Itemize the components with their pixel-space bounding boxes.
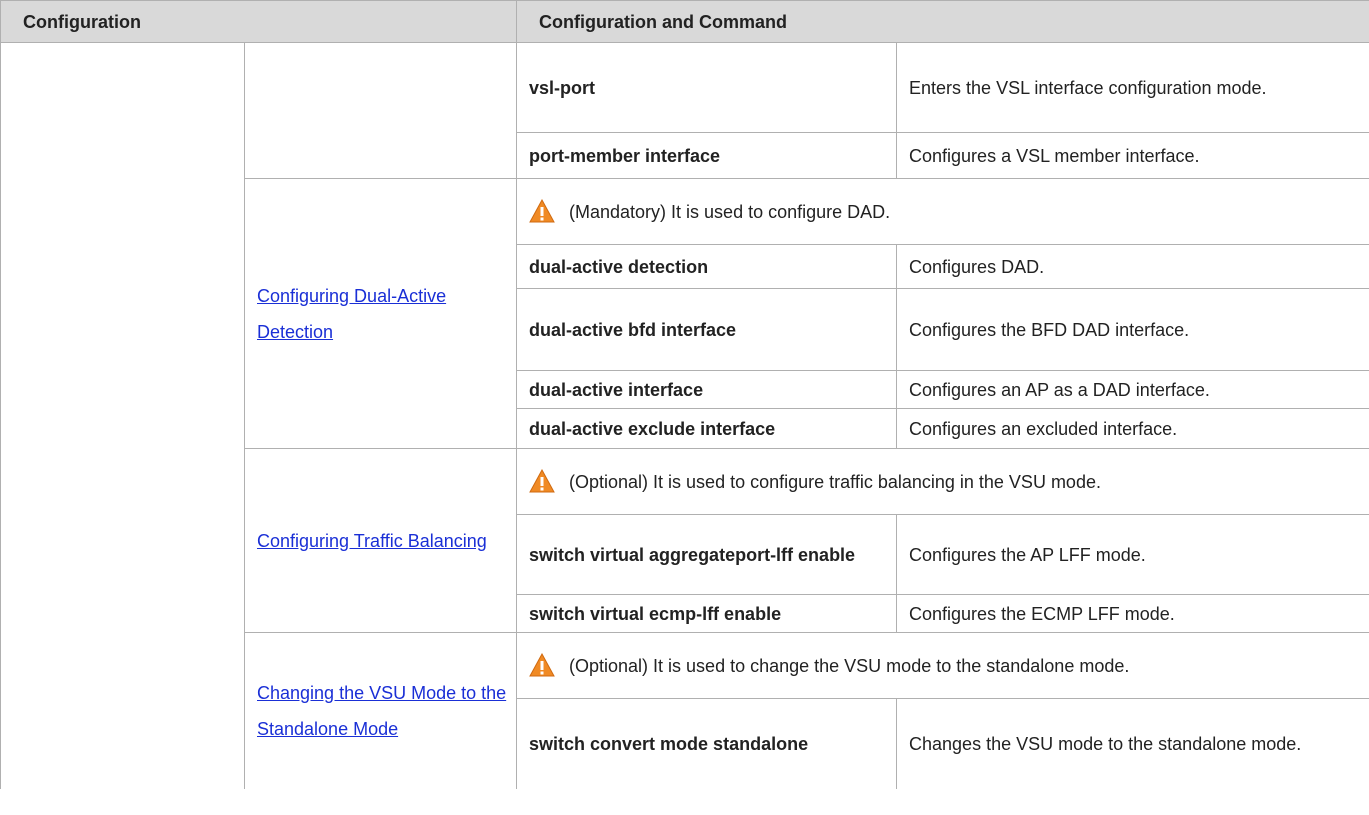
command-cell: switch virtual ecmp-lff enable (516, 594, 898, 633)
configuring-dual-active-detection-link[interactable]: Configuring Dual-Active Detection (257, 286, 446, 342)
command-cell: vsl-port (516, 42, 898, 133)
warning-triangle-icon (529, 198, 555, 223)
configuration-task-cell-traffic: Configuring Traffic Balancing (243, 448, 518, 633)
command-cell: port-member interface (516, 132, 898, 179)
changing-the-vsu-mode-link[interactable]: Changing the VSU Mode to the Standalone … (257, 683, 506, 739)
description-cell: Configures the BFD DAD interface. (896, 288, 1369, 371)
warning-triangle-icon (529, 468, 555, 493)
command-cell: switch convert mode standalone (516, 698, 898, 789)
note-text: (Optional) It is used to change the VSU … (569, 655, 1130, 676)
header-configuration: Configuration (0, 0, 518, 43)
note-text: (Mandatory) It is used to configure DAD. (569, 201, 891, 222)
warning-triangle-icon (529, 652, 555, 677)
command-cell: switch virtual aggregateport-lff enable (516, 514, 898, 595)
note-cell: (Optional) It is used to change the VSU … (516, 632, 1369, 699)
description-cell: Changes the VSU mode to the standalone m… (896, 698, 1369, 789)
description-cell: Configures a VSL member interface. (896, 132, 1369, 179)
configuring-traffic-balancing-link[interactable]: Configuring Traffic Balancing (257, 531, 487, 551)
configuration-group-cell (0, 42, 245, 789)
note-text: (Optional) It is used to configure traff… (569, 471, 1101, 492)
description-cell: Configures an AP as a DAD interface. (896, 370, 1369, 409)
description-cell: Configures an excluded interface. (896, 408, 1369, 449)
header-configuration-and-command: Configuration and Command (516, 0, 1369, 43)
description-cell: Configures the ECMP LFF mode. (896, 594, 1369, 633)
configuration-task-cell-dad: Configuring Dual-Active Detection (243, 178, 518, 449)
description-cell: Configures DAD. (896, 244, 1369, 289)
note-cell: (Mandatory) It is used to configure DAD. (516, 178, 1369, 245)
table-header-row: Configuration Configuration and Command (0, 0, 1369, 43)
command-cell: dual-active bfd interface (516, 288, 898, 371)
description-cell: Configures the AP LFF mode. (896, 514, 1369, 595)
description-cell: Enters the VSL interface configuration m… (896, 42, 1369, 133)
command-cell: dual-active exclude interface (516, 408, 898, 449)
command-cell: dual-active detection (516, 244, 898, 289)
configuration-table: Configuration Configuration and Command … (0, 0, 1369, 789)
command-cell: dual-active interface (516, 370, 898, 409)
configuration-task-cell-vsl (243, 42, 518, 179)
configuration-task-cell-standalone: Changing the VSU Mode to the Standalone … (243, 632, 518, 789)
table-row: vsl-port Enters the VSL interface config… (0, 42, 1369, 789)
note-cell: (Optional) It is used to configure traff… (516, 448, 1369, 515)
